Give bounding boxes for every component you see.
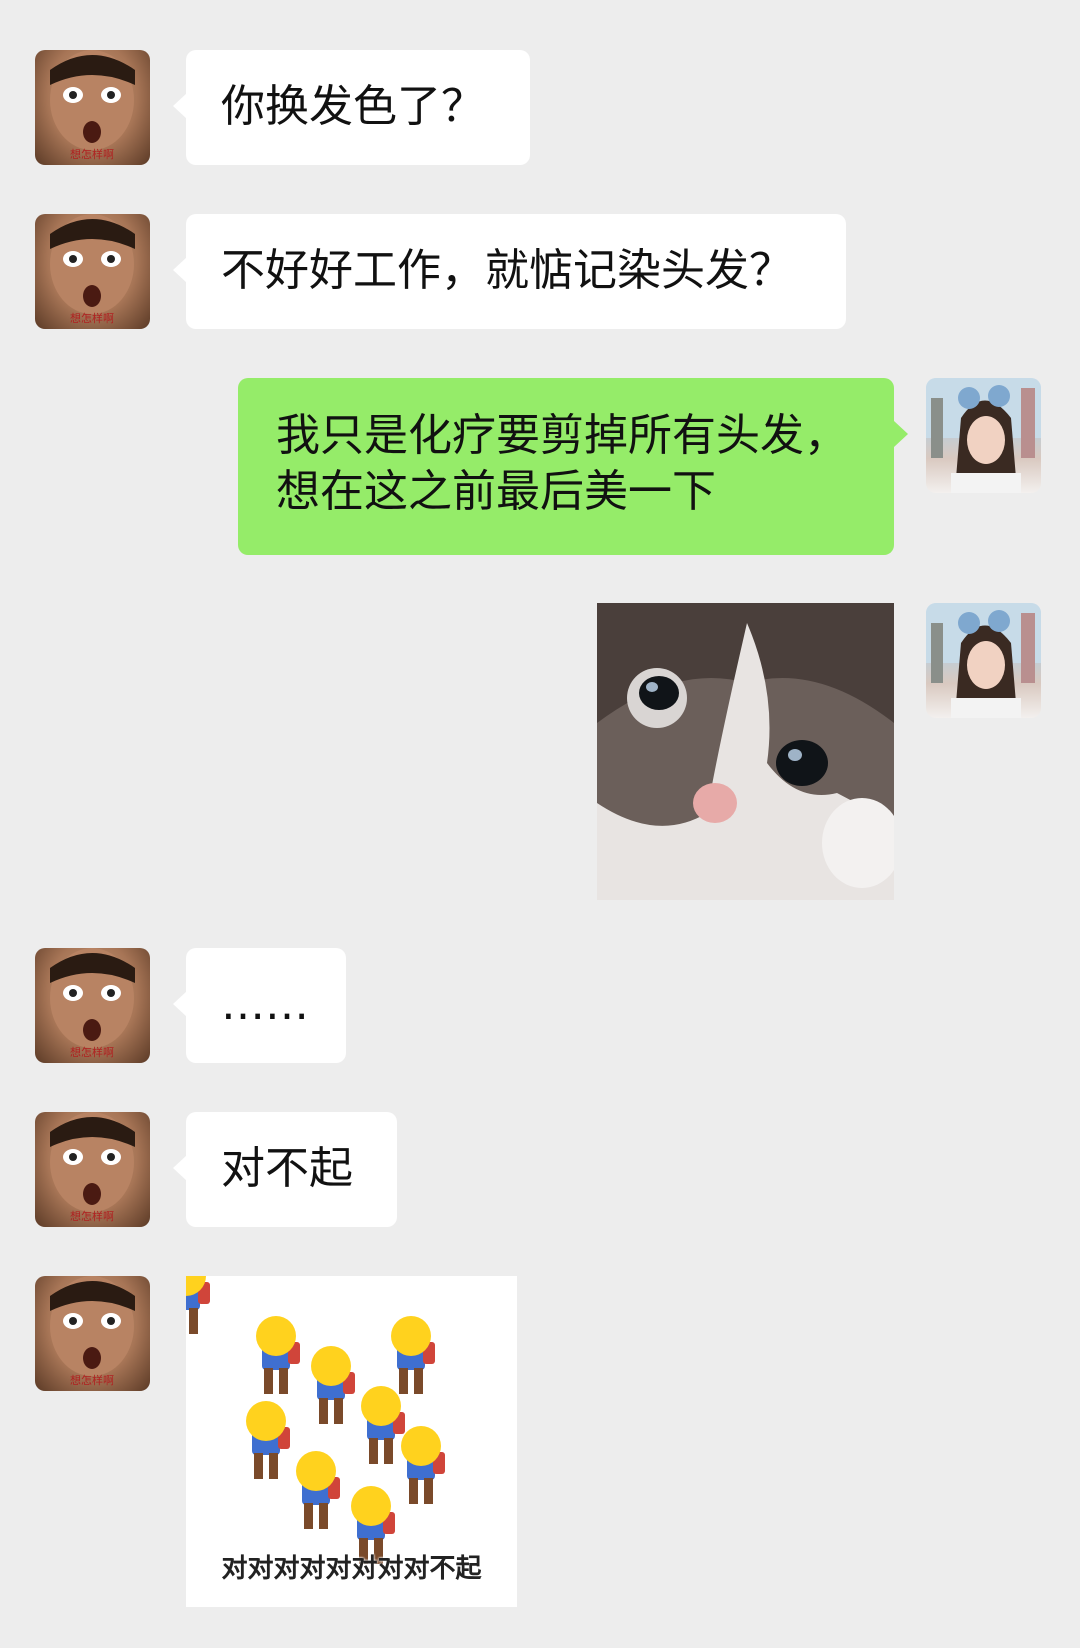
bubble-tail [173,257,187,283]
sticker-caption: 对对对对对对对对不起 [221,1554,482,1584]
bubble-tail [173,1155,187,1181]
bubble-tail [173,93,187,119]
message-bubble[interactable]: 对不起 [186,1112,397,1227]
svg-text:想怎样啊: 想怎样啊 [70,1209,114,1223]
message-text: 不好好工作，就惦记染头发？ [221,245,793,296]
man-face-icon: 想怎样啊 [50,1276,135,1387]
svg-text:想怎样啊: 想怎样啊 [70,1373,114,1387]
woman-portrait-icon [926,603,1041,718]
message-text: 你换发色了？ [221,81,485,132]
sender-avatar[interactable]: 想怎样啊 [35,1276,150,1391]
message-text-line: 想在这之前最后美一下 [276,466,716,517]
self-avatar[interactable] [926,378,1041,493]
sender-avatar[interactable]: 想怎样啊 [35,948,150,1063]
svg-text:想怎样啊: 想怎样啊 [70,1045,114,1059]
message-text: …… [221,979,309,1030]
bubble-tail [894,421,908,447]
sender-avatar[interactable]: 想怎样啊 [35,1112,150,1227]
sender-avatar[interactable]: 想怎样啊 [35,50,150,165]
svg-text:想怎样啊: 想怎样啊 [70,311,114,325]
sticker-message[interactable]: 对对对对对对对对不起 [186,1276,517,1607]
bowing-figure-icon [186,1276,210,1334]
message-text: 对不起 [221,1143,353,1194]
image-message[interactable] [597,603,894,900]
self-avatar[interactable] [926,603,1041,718]
man-face-icon: 想怎样啊 [50,948,135,1059]
crying-cat-image-icon [597,603,894,900]
svg-text:想怎样啊: 想怎样啊 [70,147,114,161]
message-bubble[interactable]: 不好好工作，就惦记染头发？ [186,214,846,329]
message-text-line: 我只是化疗要剪掉所有头发， [276,410,848,461]
man-face-icon: 想怎样啊 [50,1112,135,1223]
message-bubble[interactable]: …… [186,948,346,1063]
message-bubble[interactable]: 你换发色了？ [186,50,530,165]
man-face-icon: 想怎样啊 [50,50,135,161]
bubble-tail [173,991,187,1017]
sender-avatar[interactable]: 想怎样啊 [35,214,150,329]
woman-portrait-icon [926,378,1041,493]
message-bubble[interactable]: 我只是化疗要剪掉所有头发， 想在这之前最后美一下 [238,378,894,555]
man-face-icon: 想怎样啊 [50,214,135,325]
